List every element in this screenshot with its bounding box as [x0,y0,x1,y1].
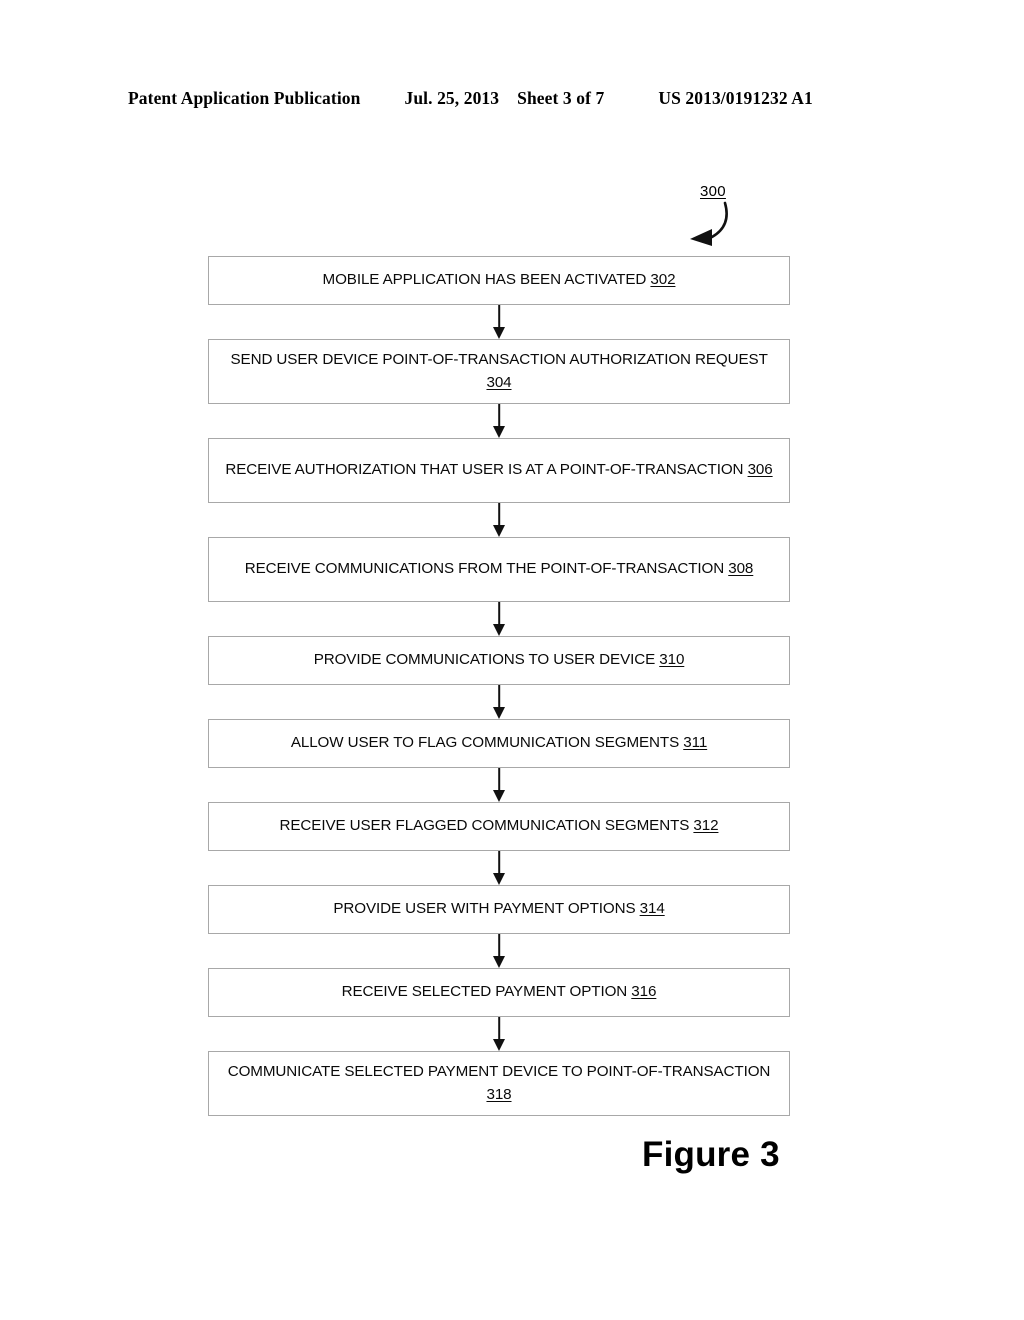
flowchart-node-316-label: RECEIVE SELECTED PAYMENT OPTION 316 [341,983,657,1001]
figure-caption: Figure 3 [642,1135,780,1174]
down-arrow-icon [493,624,505,636]
down-arrow-icon [493,426,505,438]
flowchart-node-302-label: MOBILE APPLICATION HAS BEEN ACTIVATED 30… [322,271,676,289]
flowchart-connector-304-306 [208,404,790,438]
header-publication-label: Patent Application Publication [128,88,361,108]
flowchart-connector-302-304 [208,305,790,339]
flowchart-node-310[interactable]: PROVIDE COMMUNICATIONS TO USER DEVICE 31… [208,636,790,685]
flowchart-connector-306-308 [208,503,790,537]
flowchart-connector-312-314 [208,851,790,885]
down-arrow-icon [493,327,505,339]
flowchart-connector-316-318 [208,1017,790,1051]
down-arrow-icon [493,873,505,885]
flowchart-node-314-label: PROVIDE USER WITH PAYMENT OPTIONS 314 [333,900,665,918]
header-date-label: Jul. 25, 2013 [404,88,500,108]
flowchart-node-308[interactable]: RECEIVE COMMUNICATIONS FROM THE POINT-OF… [208,537,790,602]
flowchart-connector-314-316 [208,934,790,968]
flowchart-node-314[interactable]: PROVIDE USER WITH PAYMENT OPTIONS 314 [208,885,790,934]
flowchart-connector-310-311 [208,685,790,719]
figure-reference-pointer: 300 [672,183,762,255]
flowchart-connector-308-310 [208,602,790,636]
flowchart-node-318-label: COMMUNICATE SELECTED PAYMENT DEVICE TO P… [227,1063,771,1103]
flowchart-node-310-label: PROVIDE COMMUNICATIONS TO USER DEVICE 31… [313,651,685,669]
flowchart-node-312[interactable]: RECEIVE USER FLAGGED COMMUNICATION SEGME… [208,802,790,851]
flowchart-node-304-label: SEND USER DEVICE POINT-OF-TRANSACTION AU… [230,351,768,391]
figure-reference-numeral: 300 [700,183,726,200]
flowchart-connector-311-312 [208,768,790,802]
header-sheet-label: Sheet 3 of 7 [517,88,605,108]
flowchart-node-308-label: RECEIVE COMMUNICATIONS FROM THE POINT-OF… [244,560,754,578]
page-header: Patent Application Publication Jul. 25, … [128,88,896,109]
flowchart-node-306-label: RECEIVE AUTHORIZATION THAT USER IS AT A … [225,461,773,479]
flowchart-node-306[interactable]: RECEIVE AUTHORIZATION THAT USER IS AT A … [208,438,790,503]
down-arrow-icon [493,790,505,802]
flowchart-node-318[interactable]: COMMUNICATE SELECTED PAYMENT DEVICE TO P… [208,1051,790,1116]
flowchart-node-304[interactable]: SEND USER DEVICE POINT-OF-TRANSACTION AU… [208,339,790,404]
header-patent-number: US 2013/0191232 A1 [658,88,813,108]
down-arrow-icon [493,956,505,968]
flowchart: MOBILE APPLICATION HAS BEEN ACTIVATED 30… [208,256,790,1116]
flowchart-node-302[interactable]: MOBILE APPLICATION HAS BEEN ACTIVATED 30… [208,256,790,305]
flowchart-node-311-label: ALLOW USER TO FLAG COMMUNICATION SEGMENT… [290,734,708,752]
flowchart-node-316[interactable]: RECEIVE SELECTED PAYMENT OPTION 316 [208,968,790,1017]
down-arrow-icon [493,707,505,719]
curved-arrow-icon [690,201,728,246]
down-arrow-icon [493,1039,505,1051]
flowchart-node-311[interactable]: ALLOW USER TO FLAG COMMUNICATION SEGMENT… [208,719,790,768]
flowchart-node-312-label: RECEIVE USER FLAGGED COMMUNICATION SEGME… [279,817,719,835]
down-arrow-icon [493,525,505,537]
